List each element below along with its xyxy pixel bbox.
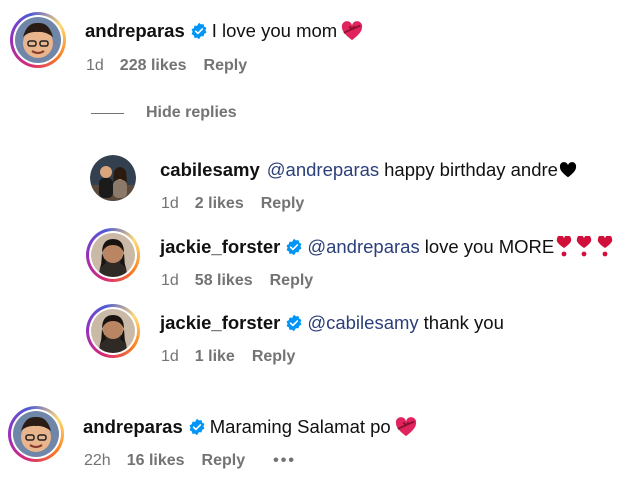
avatar-photo — [90, 155, 136, 201]
comment-text: love you MORE — [424, 236, 555, 257]
username[interactable]: jackie_forster — [160, 236, 280, 258]
avatar[interactable] — [10, 12, 66, 68]
comment-text: I love you mom — [211, 20, 338, 41]
username[interactable]: andreparas — [85, 20, 185, 42]
avatar[interactable] — [8, 406, 64, 462]
mention-link[interactable]: @andreparas — [307, 236, 419, 258]
verified-badge-icon — [188, 418, 206, 436]
avatar-photo — [15, 17, 61, 63]
likes-count[interactable]: 16 likes — [127, 451, 185, 471]
black-heart-icon — [559, 162, 577, 178]
heart-exclamation-icon — [555, 236, 615, 258]
comments-panel: andreparas I love you mom 1d 228 likes R… — [0, 0, 623, 494]
reply-button[interactable]: Reply — [202, 451, 246, 471]
likes-count[interactable]: 2 likes — [195, 194, 244, 214]
username[interactable]: andreparas — [83, 416, 183, 438]
avatar[interactable] — [90, 155, 136, 201]
more-options-icon[interactable]: ••• — [273, 451, 296, 471]
username[interactable]: jackie_forster — [160, 312, 280, 334]
avatar-photo — [91, 309, 135, 353]
hide-replies-button[interactable]: Hide replies — [91, 104, 237, 122]
mention-link[interactable]: @andreparas — [267, 159, 379, 181]
heart-with-ribbon-icon — [395, 417, 417, 437]
reply-button[interactable]: Reply — [204, 56, 248, 76]
comment-time: 1d — [161, 195, 179, 212]
hide-replies-label: Hide replies — [146, 104, 237, 121]
comment-time: 1d — [161, 272, 179, 289]
likes-count[interactable]: 228 likes — [120, 56, 187, 76]
comment-text: thank you — [423, 312, 504, 333]
comment-text: happy birthday andre — [384, 159, 558, 180]
avatar-photo — [13, 411, 59, 457]
verified-badge-icon — [285, 238, 303, 256]
likes-count[interactable]: 1 like — [195, 347, 235, 367]
comment-text: Maraming Salamat po — [209, 416, 391, 437]
comment-time: 1d — [86, 57, 104, 74]
reply-button[interactable]: Reply — [261, 194, 305, 214]
comment-time: 1d — [161, 348, 179, 365]
comment-time: 22h — [84, 452, 111, 469]
verified-badge-icon — [285, 314, 303, 332]
likes-count[interactable]: 58 likes — [195, 271, 253, 291]
reply-button[interactable]: Reply — [270, 271, 314, 291]
mention-link[interactable]: @cabilesamy — [307, 312, 418, 334]
avatar-photo — [91, 233, 135, 277]
heart-with-ribbon-icon — [341, 21, 363, 41]
verified-badge-icon — [190, 22, 208, 40]
divider — [91, 112, 124, 114]
username[interactable]: cabilesamy — [160, 159, 260, 181]
reply-button[interactable]: Reply — [252, 347, 296, 367]
avatar[interactable] — [86, 304, 140, 358]
avatar[interactable] — [86, 228, 140, 282]
